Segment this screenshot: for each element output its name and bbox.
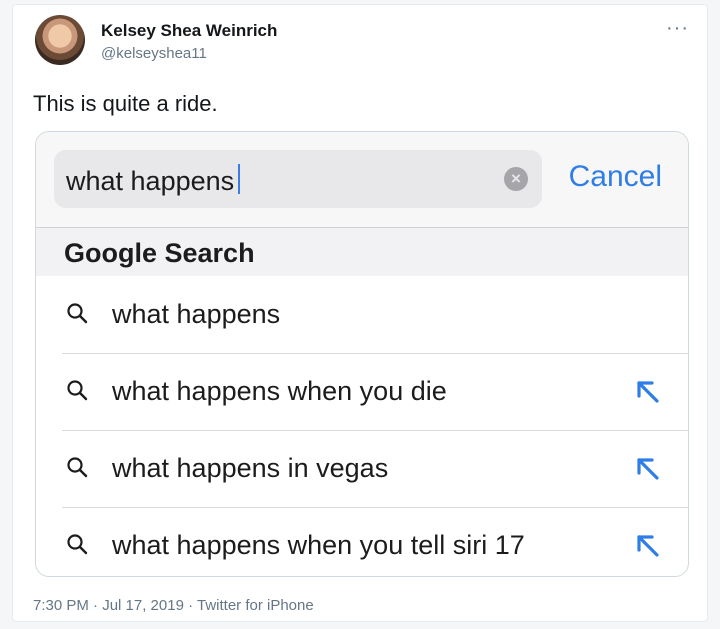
suggestion-row[interactable]: what happens when you tell siri 17 — [36, 508, 688, 576]
search-icon — [67, 457, 88, 478]
section-header: Google Search — [36, 228, 688, 276]
tweet-card: Kelsey Shea Weinrich @kelseyshea11 ··· T… — [12, 4, 708, 622]
search-icon — [67, 380, 88, 401]
embedded-screenshot: what happens × Cancel Google Search what… — [35, 131, 689, 577]
author-handle[interactable]: @kelseyshea11 — [101, 45, 207, 62]
suggestion-label: what happens when you tell siri 17 — [112, 530, 525, 560]
suggestion-row[interactable]: what happens — [36, 277, 688, 353]
search-icon — [67, 534, 88, 555]
tweet-text: This is quite a ride. — [33, 91, 218, 116]
suggestion-label: what happens — [112, 299, 281, 329]
more-horizontal-icon[interactable]: ··· — [666, 17, 689, 40]
author-name[interactable]: Kelsey Shea Weinrich — [101, 21, 277, 41]
clear-icon[interactable]: × — [504, 167, 528, 191]
tweet-timestamp[interactable]: 7:30 PM · Jul 17, 2019 · Twitter for iPh… — [33, 597, 314, 614]
section-title: Google Search — [64, 238, 255, 268]
text-caret — [238, 164, 240, 194]
suggestion-row[interactable]: what happens when you die — [36, 354, 688, 430]
search-query-text: what happens — [66, 166, 235, 196]
fill-query-arrow-icon[interactable] — [632, 530, 662, 560]
fill-query-arrow-icon[interactable] — [632, 453, 662, 483]
suggestion-row[interactable]: what happens in vegas — [36, 431, 688, 507]
cancel-button[interactable]: Cancel — [569, 160, 662, 194]
avatar[interactable] — [35, 15, 85, 65]
search-bar-area: what happens × Cancel — [36, 132, 688, 227]
suggestion-label: what happens when you die — [112, 376, 447, 406]
search-icon — [67, 303, 88, 324]
fill-query-arrow-icon[interactable] — [632, 376, 662, 406]
search-input[interactable]: what happens × — [54, 150, 542, 208]
suggestion-label: what happens in vegas — [112, 453, 389, 483]
